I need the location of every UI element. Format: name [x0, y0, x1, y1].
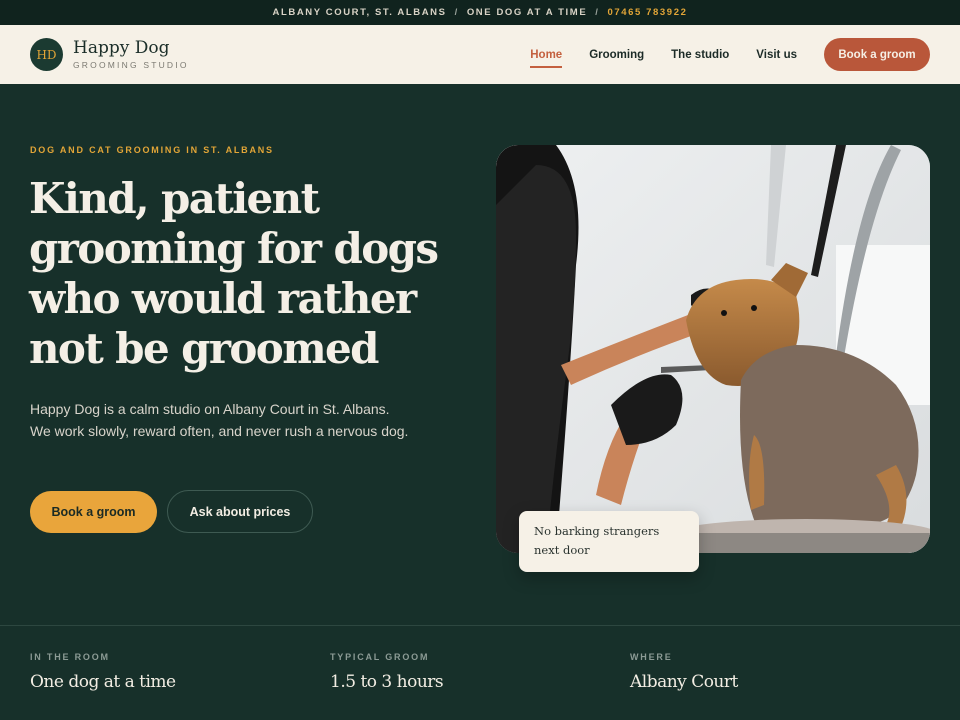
main-nav: Home Grooming The studio Visit us Book a… [503, 38, 930, 71]
topbar-separator: / [454, 7, 459, 18]
groomer-with-dog-illustration [496, 145, 930, 553]
stat-label: WHERE [630, 652, 673, 662]
brand[interactable]: Happy Dog GROOMING STUDIO [73, 39, 189, 70]
stat-in-the-room: IN THE ROOM One dog at a time [30, 652, 176, 692]
stat-value: 1.5 to 3 hours [330, 672, 444, 692]
photo-note-card: No barking strangers next door [519, 511, 699, 572]
topbar-separator: / [595, 7, 600, 18]
nav-item-grooming[interactable]: Grooming [589, 49, 644, 61]
stat-label: TYPICAL GROOM [330, 652, 430, 662]
brand-subtitle: GROOMING STUDIO [73, 60, 189, 70]
stat-typical-groom: TYPICAL GROOM 1.5 to 3 hours [330, 652, 444, 692]
topbar-phone-link[interactable]: 07465 783922 [608, 7, 688, 18]
hero-photo [496, 145, 930, 553]
nav-item-visit-us[interactable]: Visit us [756, 49, 797, 61]
stats-bar: IN THE ROOM One dog at a time TYPICAL GR… [0, 625, 960, 720]
logo-badge[interactable]: HD [30, 38, 63, 71]
hero-description: Happy Dog is a calm studio on Albany Cou… [30, 401, 409, 439]
topbar-address: ALBANY COURT, ST. ALBANS [272, 7, 447, 18]
site-header: HD Happy Dog GROOMING STUDIO Home Groomi… [0, 25, 960, 84]
hero-eyebrow: DOG AND CAT GROOMING IN ST. ALBANS [30, 145, 274, 155]
header-book-button[interactable]: Book a groom [824, 38, 930, 71]
stat-label: IN THE ROOM [30, 652, 110, 662]
nav-item-home[interactable]: Home [530, 49, 562, 68]
brand-name: Happy Dog [73, 38, 170, 58]
stat-value: Albany Court [630, 672, 738, 692]
book-groom-button[interactable]: Book a groom [30, 491, 157, 533]
announcement-bar: ALBANY COURT, ST. ALBANS / ONE DOG AT A … [0, 0, 960, 25]
nav-item-the-studio[interactable]: The studio [671, 49, 729, 61]
stat-where: WHERE Albany Court [630, 652, 738, 692]
hero-title: Kind, patient grooming for dogs who woul… [29, 174, 439, 373]
topbar-tagline: ONE DOG AT A TIME [466, 7, 588, 18]
stat-value: One dog at a time [30, 672, 176, 692]
ask-prices-button[interactable]: Ask about prices [167, 490, 313, 533]
